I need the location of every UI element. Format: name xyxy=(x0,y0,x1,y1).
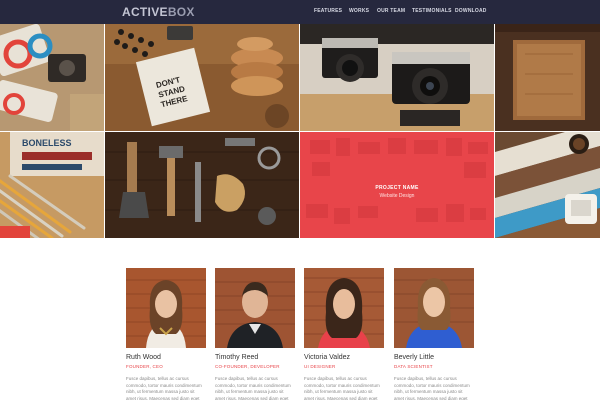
member-name: Ruth Wood xyxy=(126,354,161,361)
member-photo xyxy=(215,268,295,348)
project-name: PROJECT NAME xyxy=(375,185,419,191)
nav-link-download[interactable]: DOWNLOAD xyxy=(455,8,487,14)
wooden-board-photo xyxy=(495,24,600,131)
nav-link-features[interactable]: FEATURES xyxy=(314,8,342,14)
nav-link-our-team[interactable]: OUR TEAM xyxy=(377,8,405,14)
portfolio-tile-cameras[interactable] xyxy=(300,24,494,131)
portfolio-tile-pencils[interactable]: BONELESS xyxy=(0,132,104,238)
member-role: CO-FOUNDER, DEVELOPER xyxy=(215,364,280,369)
member-bio: Fusce dapibus, tellus ac cursus commodo,… xyxy=(304,376,380,400)
avatar xyxy=(304,268,384,348)
vintage-cameras-photo xyxy=(300,24,494,131)
member-bio: Fusce dapibus, tellus ac cursus commodo,… xyxy=(215,376,291,400)
main-menu: FEATURES WORKS OUR TEAM TESTIMONIALS DOW… xyxy=(0,8,600,18)
member-photo xyxy=(126,268,206,348)
member-role: DATA SCIENTIST xyxy=(394,364,433,369)
team-member-card: Ruth Wood FOUNDER, CEO Fusce dapibus, te… xyxy=(126,268,206,400)
avatar xyxy=(126,268,206,348)
member-role: FOUNDER, CEO xyxy=(126,364,163,369)
portfolio-grid: DON'T STAND THERE BONELESS PROJECT NAME … xyxy=(0,24,600,238)
team-member-card: Victoria Valdez UI DESIGNER Fusce dapibu… xyxy=(304,268,384,400)
nav-link-testimonials[interactable]: TESTIMONIALS xyxy=(412,8,452,14)
painted-wood-and-coffee-photo xyxy=(495,132,600,238)
portfolio-tile-coffee[interactable] xyxy=(495,132,600,238)
member-name: Timothy Reed xyxy=(215,354,259,361)
avatar xyxy=(215,268,295,348)
nav-link-works[interactable]: WORKS xyxy=(349,8,369,14)
member-name: Beverly Little xyxy=(394,354,435,361)
team-member-card: Beverly Little DATA SCIENTIST Fusce dapi… xyxy=(394,268,474,400)
coasters-and-notebook-photo: DON'T STAND THERE xyxy=(105,24,299,131)
member-role: UI DESIGNER xyxy=(304,364,336,369)
portfolio-tile-project-overlay[interactable]: PROJECT NAME Website Design xyxy=(300,132,494,238)
member-bio: Fusce dapibus, tellus ac cursus commodo,… xyxy=(394,376,470,400)
colorful-stickers-photo xyxy=(0,24,104,131)
top-navbar: ACTIVEBOX FEATURES WORKS OUR TEAM TESTIM… xyxy=(0,0,600,24)
portfolio-tile-tools[interactable] xyxy=(105,132,299,238)
portfolio-tile-stickers[interactable] xyxy=(0,24,104,131)
member-photo xyxy=(304,268,384,348)
tools-on-wood-photo xyxy=(105,132,299,238)
sign-text: BONELESS xyxy=(22,138,72,148)
portfolio-tile-board[interactable] xyxy=(495,24,600,131)
member-bio: Fusce dapibus, tellus ac cursus commodo,… xyxy=(126,376,202,400)
project-category: Website Design xyxy=(379,193,415,199)
avatar xyxy=(394,268,474,348)
team-member-card: Timothy Reed CO-FOUNDER, DEVELOPER Fusce… xyxy=(215,268,295,400)
member-name: Victoria Valdez xyxy=(304,354,351,361)
pencils-and-sign-photo: BONELESS xyxy=(0,132,104,238)
portfolio-tile-notebook[interactable]: DON'T STAND THERE xyxy=(105,24,299,131)
member-photo xyxy=(394,268,474,348)
